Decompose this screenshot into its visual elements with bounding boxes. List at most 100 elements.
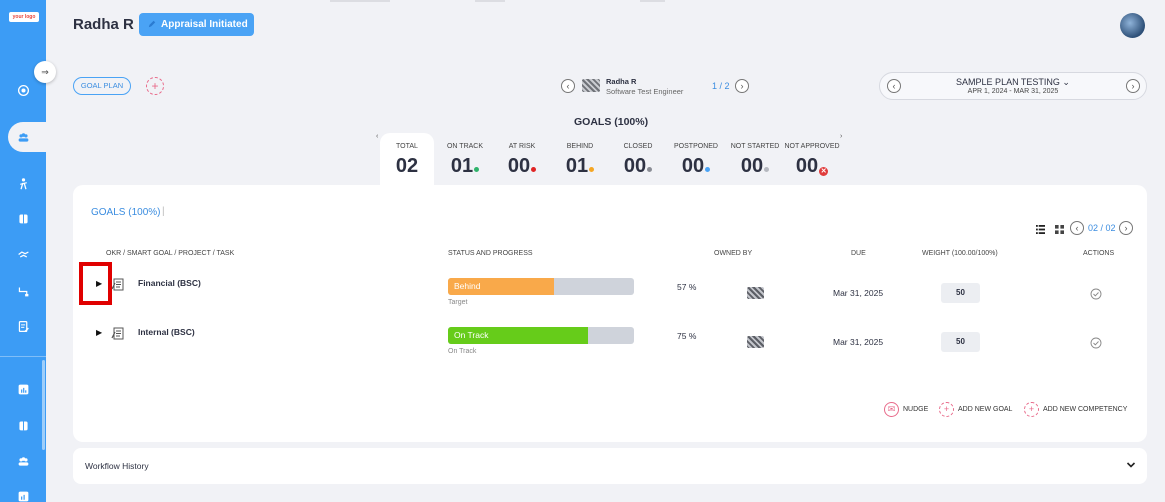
- next-employee-button[interactable]: ›: [735, 79, 749, 93]
- goal-name[interactable]: Financial (BSC): [138, 278, 201, 288]
- stats-scroll-right[interactable]: ›: [840, 133, 842, 140]
- stats-scroll-left[interactable]: ‹: [376, 133, 378, 140]
- status-badge: Appraisal Initiated: [139, 13, 254, 36]
- next-plan-button[interactable]: ›: [1126, 79, 1140, 93]
- chevron-down-icon[interactable]: [1126, 460, 1136, 470]
- stat-label: NOT STARTED: [730, 143, 780, 150]
- target-icon[interactable]: [15, 82, 31, 98]
- employee-name: Radha R: [606, 77, 637, 86]
- goal-name[interactable]: Internal (BSC): [138, 327, 195, 337]
- stat-value: 00: [682, 155, 711, 178]
- owner-photo[interactable]: [747, 287, 764, 299]
- stat-at-risk[interactable]: AT RISK 00: [492, 143, 552, 178]
- highlight-annotation-box: [79, 262, 112, 305]
- flow-icon[interactable]: [15, 283, 31, 299]
- status-dot: [647, 167, 653, 172]
- column-header-goal: OKR / SMART GOAL / PROJECT / TASK: [106, 250, 235, 257]
- progress-bar: Behind: [448, 278, 634, 295]
- stat-value: 00: [508, 155, 537, 178]
- stat-total[interactable]: TOTAL 02: [380, 143, 434, 178]
- stat-label: ON TRACK: [446, 143, 484, 150]
- person-icon[interactable]: [15, 175, 31, 191]
- report-icon[interactable]: [15, 381, 31, 397]
- group-icon[interactable]: [15, 453, 31, 469]
- progress-percent: 75 %: [677, 331, 697, 341]
- stat-number: 01: [565, 155, 589, 177]
- stat-not-started[interactable]: NOT STARTED 00: [727, 143, 783, 178]
- nudge-label: NUDGE: [903, 406, 929, 413]
- stat-label: AT RISK: [508, 143, 536, 150]
- stat-label: NOT APPROVED: [784, 143, 840, 150]
- stat-not-approved[interactable]: NOT APPROVED 00 ✕: [783, 143, 841, 178]
- title-separator: |: [162, 206, 165, 217]
- chart-icon[interactable]: [15, 488, 31, 502]
- goals-pager: 02 / 02: [1088, 223, 1116, 233]
- status-dot: [589, 167, 595, 172]
- team-icon[interactable]: [15, 129, 31, 145]
- add-plan-button[interactable]: +: [146, 77, 164, 95]
- next-page-button[interactable]: ›: [1119, 221, 1133, 235]
- stat-postponed[interactable]: POSTPONED 00: [668, 143, 724, 178]
- progress-fill: On Track: [448, 327, 588, 344]
- column-header-weight: WEIGHT (100.00/100%): [922, 250, 998, 257]
- goal-plan-button[interactable]: GOAL PLAN: [73, 77, 131, 95]
- goals-card: GOALS (100%) | ‹ 02 / 02 › OKR / SMART G…: [73, 185, 1147, 442]
- progress-sub-label: Target: [448, 299, 468, 306]
- stat-on-track[interactable]: ON TRACK 01: [437, 143, 493, 178]
- add-new-goal-button[interactable]: + ADD NEW GOAL: [939, 402, 1012, 417]
- stat-number: 00: [623, 155, 647, 177]
- top-strip-mark: [475, 0, 505, 2]
- edit-doc-icon[interactable]: [15, 318, 31, 334]
- progress-fill: Behind: [448, 278, 555, 295]
- column-header-owner: OWNED BY: [714, 250, 753, 257]
- add-new-competency-button[interactable]: + ADD NEW COMPETENCY: [1024, 402, 1127, 417]
- plus-icon: +: [939, 402, 954, 417]
- column-header-due: DUE: [851, 250, 866, 257]
- goals-summary-title: GOALS (100%): [574, 116, 649, 128]
- stat-value: 01: [565, 155, 595, 178]
- handshake-icon[interactable]: [15, 246, 31, 262]
- weight-value[interactable]: 50: [941, 332, 980, 352]
- stat-value: 00: [623, 155, 653, 178]
- goals-card-title[interactable]: GOALS (100%): [91, 207, 160, 218]
- sidebar-scrollbar[interactable]: [42, 360, 45, 450]
- check-circle-icon[interactable]: [1090, 288, 1102, 300]
- sidebar-collapse-button[interactable]: ⇒: [34, 61, 56, 83]
- owner-photo[interactable]: [747, 336, 764, 348]
- stat-value: 02: [396, 155, 418, 178]
- stat-behind[interactable]: BEHIND 01: [550, 143, 610, 178]
- goal-doc-icon: [111, 327, 124, 340]
- grid-view-icon[interactable]: [1055, 225, 1064, 234]
- expand-row-button[interactable]: ▶: [96, 329, 104, 337]
- stat-label: POSTPONED: [674, 143, 718, 150]
- status-badge-label: Appraisal Initiated: [161, 19, 248, 30]
- stat-number: 00: [795, 155, 819, 177]
- plus-icon: +: [1024, 402, 1039, 417]
- prev-employee-button[interactable]: ‹: [561, 79, 575, 93]
- nudge-button[interactable]: ✉ NUDGE: [884, 402, 928, 417]
- sidebar-divider: [0, 356, 46, 357]
- stat-closed[interactable]: CLOSED 00: [612, 143, 664, 178]
- stat-label: BEHIND: [566, 143, 594, 150]
- add-new-competency-label: ADD NEW COMPETENCY: [1043, 406, 1128, 413]
- avatar[interactable]: [1120, 13, 1145, 38]
- employee-photo: [582, 79, 600, 92]
- status-dot: [474, 167, 480, 172]
- stat-value: 00: [741, 155, 770, 178]
- plan-name[interactable]: SAMPLE PLAN TESTING ⌄: [880, 77, 1146, 88]
- weight-value[interactable]: 50: [941, 283, 980, 303]
- book-icon[interactable]: [15, 417, 31, 433]
- book-icon[interactable]: [15, 210, 31, 226]
- list-view-icon[interactable]: [1036, 225, 1045, 234]
- check-circle-icon[interactable]: [1090, 337, 1102, 349]
- add-new-goal-label: ADD NEW GOAL: [958, 406, 1013, 413]
- workflow-history-title: Workflow History: [85, 461, 149, 471]
- prev-page-button[interactable]: ‹: [1070, 221, 1084, 235]
- plan-selector[interactable]: ‹ SAMPLE PLAN TESTING ⌄ APR 1, 2024 - MA…: [879, 72, 1147, 100]
- stat-label: CLOSED: [623, 143, 653, 150]
- progress-percent: 57 %: [677, 282, 697, 292]
- progress-sub-label: On Track: [448, 348, 477, 355]
- due-date: Mar 31, 2025: [833, 337, 884, 347]
- workflow-history-panel[interactable]: Workflow History: [73, 448, 1147, 484]
- mail-icon: ✉: [884, 402, 899, 417]
